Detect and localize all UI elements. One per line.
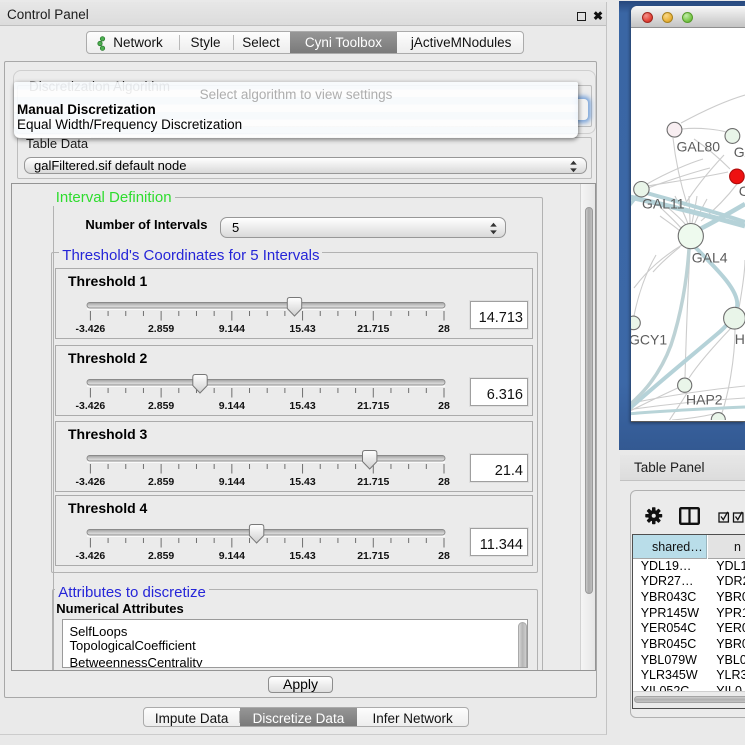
svg-text:21.715: 21.715	[357, 323, 389, 335]
svg-text:21.715: 21.715	[357, 476, 389, 488]
svg-text:GA: GA	[734, 144, 745, 160]
svg-text:GCY1: GCY1	[631, 332, 667, 348]
svg-text:9.144: 9.144	[219, 400, 245, 412]
svg-text:15.43: 15.43	[289, 400, 315, 412]
svg-text:28: 28	[438, 476, 450, 488]
svg-text:9.144: 9.144	[219, 323, 245, 335]
svg-text:CY: CY	[739, 183, 745, 199]
svg-text:HI: HI	[735, 331, 745, 347]
svg-text:21.715: 21.715	[357, 550, 389, 562]
svg-text:9.144: 9.144	[219, 476, 245, 488]
svg-text:GAL80: GAL80	[677, 139, 721, 155]
svg-text:21.715: 21.715	[357, 400, 389, 412]
svg-text:2.859: 2.859	[148, 550, 174, 562]
svg-text:-3.426: -3.426	[76, 476, 106, 488]
svg-text:2.859: 2.859	[148, 476, 174, 488]
svg-text:28: 28	[438, 550, 450, 562]
svg-text:9.144: 9.144	[219, 550, 245, 562]
svg-text:2.859: 2.859	[148, 400, 174, 412]
svg-text:-3.426: -3.426	[76, 323, 106, 335]
svg-text:-3.426: -3.426	[76, 400, 106, 412]
svg-text:2.859: 2.859	[148, 323, 174, 335]
svg-text:28: 28	[438, 400, 450, 412]
svg-text:-3.426: -3.426	[76, 550, 106, 562]
svg-text:28: 28	[438, 323, 450, 335]
svg-text:15.43: 15.43	[289, 323, 315, 335]
svg-text:15.43: 15.43	[289, 550, 315, 562]
svg-text:15.43: 15.43	[289, 476, 315, 488]
svg-text:GAL4: GAL4	[692, 250, 728, 266]
svg-text:HAP2: HAP2	[686, 392, 723, 408]
svg-text:GAL11: GAL11	[642, 196, 685, 212]
